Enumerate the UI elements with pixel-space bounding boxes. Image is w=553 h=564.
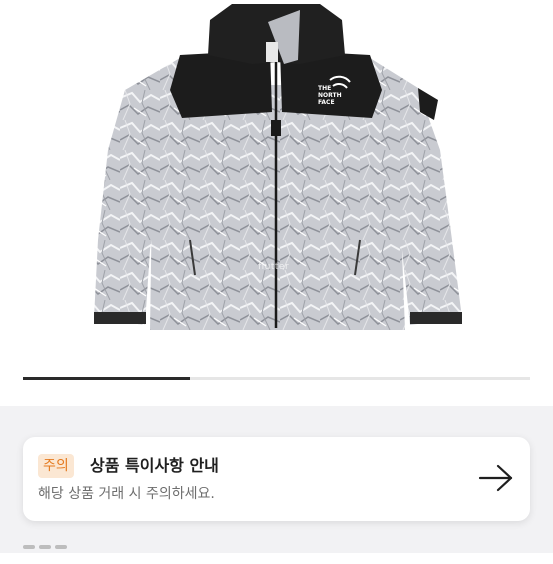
logo-text-line-1: THE bbox=[318, 85, 331, 92]
caution-badge: 주의 bbox=[38, 454, 74, 478]
peek-mark bbox=[23, 545, 35, 549]
jacket-illustration: THE NORTH FACE bbox=[94, 4, 462, 330]
carousel-progress-fill bbox=[23, 377, 191, 380]
logo-text-line-3: FACE bbox=[318, 99, 335, 106]
product-image[interactable]: THE NORTH FACE flutter bbox=[0, 0, 553, 365]
peek-mark bbox=[55, 545, 67, 549]
arrow-right-icon[interactable] bbox=[478, 463, 514, 493]
peek-mark bbox=[39, 545, 51, 549]
carousel-progress-track bbox=[23, 377, 530, 380]
next-section-peek bbox=[23, 545, 103, 555]
product-notice-card[interactable]: 주의 상품 특이사항 안내 해당 상품 거래 시 주의하세요. bbox=[23, 437, 530, 521]
notice-description: 해당 상품 거래 시 주의하세요. bbox=[38, 486, 215, 502]
logo-text-line-2: NORTH bbox=[318, 92, 342, 99]
notice-title: 상품 특이사항 안내 bbox=[90, 456, 219, 475]
image-watermark: flutter bbox=[258, 262, 290, 272]
